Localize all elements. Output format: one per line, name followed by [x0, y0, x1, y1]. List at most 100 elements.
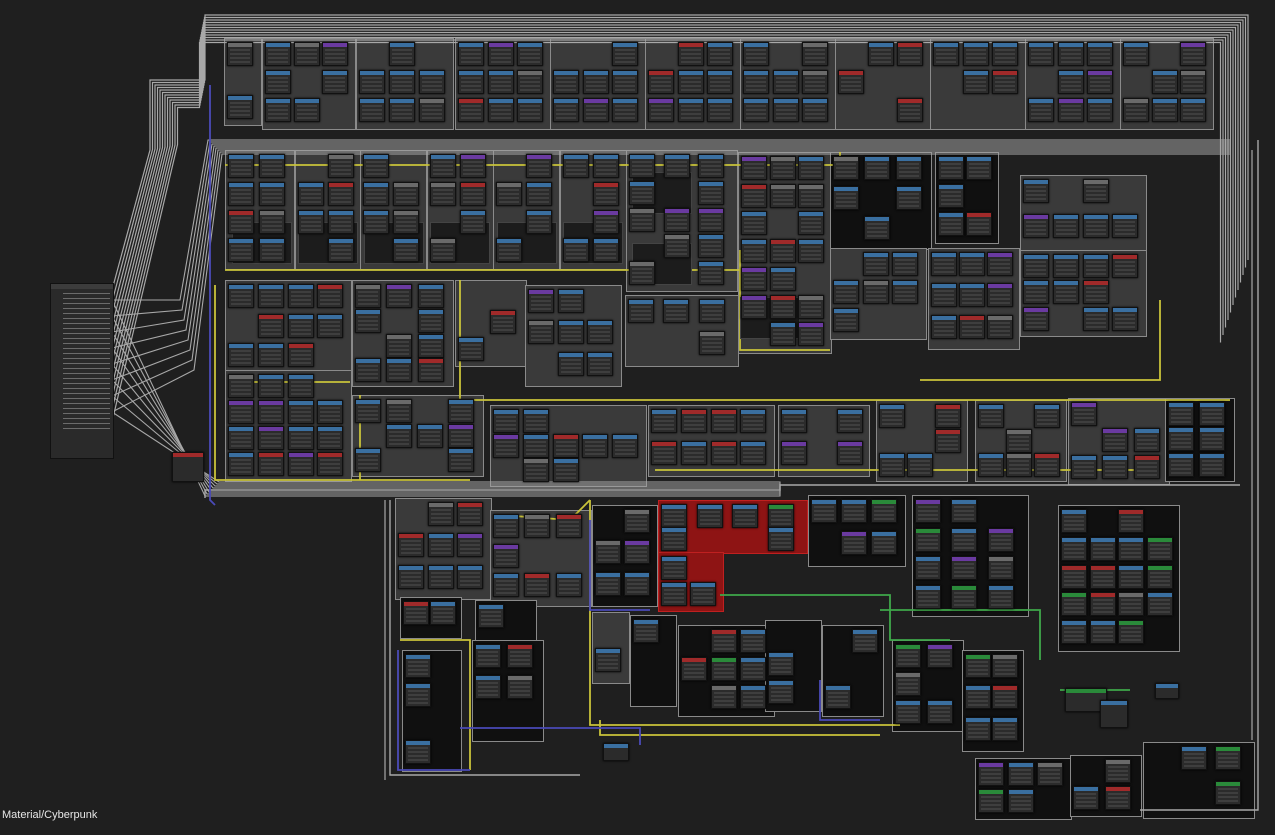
shader-node[interactable] — [317, 313, 344, 338]
shader-node[interactable] — [769, 239, 796, 264]
shader-node[interactable] — [1180, 70, 1207, 94]
shader-node[interactable] — [563, 154, 589, 178]
shader-node[interactable] — [1102, 428, 1129, 453]
shader-node[interactable] — [1105, 759, 1131, 783]
shader-node[interactable] — [698, 207, 725, 232]
shader-node[interactable] — [405, 739, 431, 764]
shader-node[interactable] — [648, 70, 674, 94]
shader-node[interactable] — [992, 70, 1019, 94]
shader-node[interactable] — [895, 186, 922, 210]
shader-node[interactable] — [892, 252, 919, 276]
shader-node[interactable] — [1082, 280, 1109, 305]
shader-node[interactable] — [228, 182, 254, 206]
shader-node[interactable] — [677, 70, 704, 94]
shader-node[interactable] — [496, 182, 522, 206]
shader-node[interactable] — [459, 182, 486, 206]
shader-node[interactable] — [555, 573, 582, 598]
shader-node[interactable] — [680, 441, 707, 465]
shader-node[interactable] — [1023, 280, 1049, 305]
shader-node[interactable] — [1199, 427, 1225, 452]
shader-node[interactable] — [624, 571, 650, 596]
input-socket[interactable] — [63, 363, 110, 364]
shader-node[interactable] — [386, 399, 412, 423]
shader-node[interactable] — [1112, 213, 1139, 238]
shader-node[interactable] — [959, 252, 985, 276]
shader-node[interactable] — [798, 322, 825, 347]
shader-node[interactable] — [475, 644, 501, 668]
shader-node[interactable] — [1052, 280, 1079, 305]
shader-node[interactable] — [1146, 536, 1173, 561]
shader-node[interactable] — [1082, 254, 1109, 278]
shader-node[interactable] — [507, 644, 533, 668]
shader-node[interactable] — [228, 154, 254, 178]
input-socket[interactable] — [63, 368, 110, 369]
shader-node[interactable] — [287, 374, 314, 398]
shader-node[interactable] — [879, 404, 905, 428]
shader-node[interactable] — [298, 210, 324, 234]
shader-node[interactable] — [959, 314, 985, 339]
shader-node[interactable] — [592, 154, 619, 178]
shader-node[interactable] — [629, 180, 655, 205]
shader-node[interactable] — [698, 261, 725, 286]
input-socket[interactable] — [63, 293, 110, 294]
shader-node[interactable] — [663, 154, 690, 178]
shader-node[interactable] — [1037, 762, 1064, 786]
shader-node[interactable] — [430, 154, 456, 178]
shader-node[interactable] — [552, 458, 579, 483]
shader-node[interactable] — [862, 280, 889, 304]
shader-node[interactable] — [1118, 564, 1144, 589]
shader-node[interactable] — [525, 210, 552, 234]
shader-node[interactable] — [522, 409, 549, 433]
shader-node[interactable] — [962, 70, 989, 94]
shader-node[interactable] — [624, 509, 650, 533]
shader-node[interactable] — [651, 441, 677, 465]
shader-node[interactable] — [1057, 70, 1084, 94]
shader-node[interactable] — [987, 556, 1014, 580]
shader-node[interactable] — [992, 685, 1018, 710]
shader-node[interactable] — [710, 685, 737, 709]
shader-node[interactable] — [419, 70, 445, 94]
shader-node[interactable] — [1023, 306, 1049, 331]
shader-node[interactable] — [798, 183, 825, 208]
shader-node[interactable] — [265, 42, 291, 66]
shader-node[interactable] — [327, 182, 354, 206]
shader-node[interactable] — [661, 556, 687, 580]
shader-node[interactable] — [1052, 254, 1079, 278]
shader-node[interactable] — [557, 351, 584, 376]
shader-node[interactable] — [677, 98, 704, 122]
shader-node[interactable] — [392, 182, 419, 206]
shader-node[interactable] — [595, 540, 621, 565]
shader-node[interactable] — [867, 42, 894, 66]
shader-node[interactable] — [915, 527, 941, 552]
shader-node[interactable] — [707, 42, 734, 66]
shader-node[interactable] — [825, 685, 851, 709]
input-socket[interactable] — [63, 318, 110, 319]
shader-node[interactable] — [392, 210, 419, 234]
input-socket[interactable] — [63, 348, 110, 349]
shader-node[interactable] — [907, 453, 933, 478]
shader-node[interactable] — [259, 238, 285, 262]
shader-node[interactable] — [522, 458, 549, 483]
shader-node[interactable] — [1215, 746, 1242, 770]
shader-node[interactable] — [962, 42, 989, 66]
shader-node[interactable] — [1180, 746, 1207, 770]
input-socket[interactable] — [63, 298, 110, 299]
shader-node[interactable] — [987, 283, 1013, 308]
shader-node[interactable] — [992, 654, 1018, 678]
shader-node[interactable] — [1089, 592, 1116, 617]
shader-node[interactable] — [1151, 98, 1178, 122]
shader-node[interactable] — [935, 404, 961, 428]
shader-node[interactable] — [768, 680, 794, 704]
shader-node[interactable] — [1082, 179, 1109, 203]
shader-node[interactable] — [612, 70, 639, 94]
shader-node[interactable] — [802, 98, 829, 122]
shader-node[interactable] — [629, 207, 655, 232]
shader-node[interactable] — [287, 452, 314, 476]
shader-node[interactable] — [419, 98, 445, 122]
shader-node[interactable] — [389, 42, 415, 66]
shader-node[interactable] — [587, 351, 614, 376]
shader-node[interactable] — [317, 426, 344, 450]
shader-node[interactable] — [363, 210, 389, 234]
shader-node[interactable] — [987, 527, 1014, 552]
shader-node[interactable] — [525, 154, 552, 178]
